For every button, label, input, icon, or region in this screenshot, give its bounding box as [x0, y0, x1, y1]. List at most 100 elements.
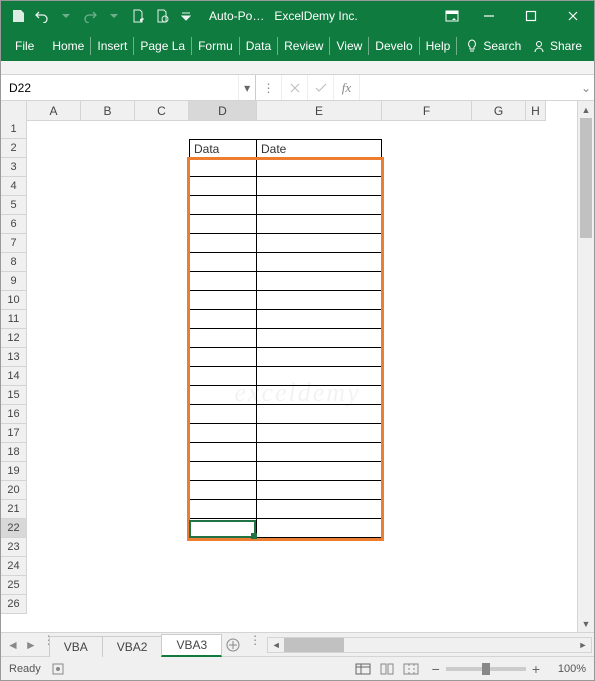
cell-C12[interactable] — [135, 329, 189, 348]
cell-B8[interactable] — [81, 253, 135, 272]
cell-H8[interactable] — [526, 253, 546, 272]
cell-A19[interactable] — [27, 462, 81, 481]
cell-G22[interactable] — [472, 519, 526, 538]
row-header-26[interactable]: 26 — [1, 595, 27, 614]
tab-help[interactable]: Help — [420, 31, 457, 61]
horizontal-scrollbar[interactable]: ◄ ► — [267, 637, 592, 653]
cell-H21[interactable] — [526, 500, 546, 519]
cell-C19[interactable] — [135, 462, 189, 481]
cell-B19[interactable] — [81, 462, 135, 481]
cell-F7[interactable] — [382, 234, 472, 253]
cell-F13[interactable] — [382, 348, 472, 367]
name-box-dropdown-icon[interactable]: ▾ — [238, 75, 255, 100]
cell-D22[interactable] — [189, 519, 257, 538]
hscroll-track[interactable] — [284, 638, 575, 652]
cell-H20[interactable] — [526, 481, 546, 500]
col-header-G[interactable]: G — [472, 101, 526, 121]
row-header-22[interactable]: 22 — [1, 519, 27, 538]
cell-E8[interactable] — [257, 253, 382, 272]
cell-F8[interactable] — [382, 253, 472, 272]
col-header-B[interactable]: B — [81, 101, 135, 121]
row-header-4[interactable]: 4 — [1, 177, 27, 196]
cell-A7[interactable] — [27, 234, 81, 253]
cell-F26[interactable] — [382, 595, 472, 614]
tab-formulas[interactable]: Formu — [192, 31, 239, 61]
cell-H14[interactable] — [526, 367, 546, 386]
cell-B2[interactable] — [81, 139, 135, 158]
cell-B22[interactable] — [81, 519, 135, 538]
row-header-1[interactable]: 1 — [1, 120, 27, 139]
cell-C9[interactable] — [135, 272, 189, 291]
cell-G18[interactable] — [472, 443, 526, 462]
view-page-layout-icon[interactable] — [376, 660, 398, 678]
cell-G5[interactable] — [472, 196, 526, 215]
cell-D10[interactable] — [189, 291, 257, 310]
cell-D20[interactable] — [189, 481, 257, 500]
cell-A23[interactable] — [27, 538, 81, 557]
cell-F17[interactable] — [382, 424, 472, 443]
cell-C3[interactable] — [135, 158, 189, 177]
cell-C14[interactable] — [135, 367, 189, 386]
cell-F24[interactable] — [382, 557, 472, 576]
cell-A2[interactable] — [27, 139, 81, 158]
cell-A12[interactable] — [27, 329, 81, 348]
cell-H23[interactable] — [526, 538, 546, 557]
cell-D12[interactable] — [189, 329, 257, 348]
cell-F23[interactable] — [382, 538, 472, 557]
hscroll-thumb[interactable] — [284, 638, 344, 652]
cell-C23[interactable] — [135, 538, 189, 557]
cell-H9[interactable] — [526, 272, 546, 291]
col-header-H[interactable]: H — [526, 101, 546, 121]
cell-B6[interactable] — [81, 215, 135, 234]
cell-C17[interactable] — [135, 424, 189, 443]
cell-G1[interactable] — [472, 120, 526, 139]
cell-B1[interactable] — [81, 120, 135, 139]
cell-H24[interactable] — [526, 557, 546, 576]
row-header-9[interactable]: 9 — [1, 272, 27, 291]
cell-C8[interactable] — [135, 253, 189, 272]
cell-A5[interactable] — [27, 196, 81, 215]
vertical-scrollbar[interactable]: ▲ ▼ — [577, 101, 594, 632]
cell-E7[interactable] — [257, 234, 382, 253]
col-header-A[interactable]: A — [27, 101, 81, 121]
tab-page-layout[interactable]: Page La — [134, 31, 191, 61]
cell-H17[interactable] — [526, 424, 546, 443]
cell-E3[interactable] — [257, 158, 382, 177]
col-header-C[interactable]: C — [135, 101, 189, 121]
cell-F9[interactable] — [382, 272, 472, 291]
cell-D16[interactable] — [189, 405, 257, 424]
zoom-level[interactable]: 100% — [546, 663, 586, 675]
cell-E11[interactable] — [257, 310, 382, 329]
cell-D6[interactable] — [189, 215, 257, 234]
col-header-D[interactable]: D — [189, 101, 257, 121]
zoom-slider-handle[interactable] — [482, 663, 490, 675]
cell-A9[interactable] — [27, 272, 81, 291]
cell-G10[interactable] — [472, 291, 526, 310]
cell-F19[interactable] — [382, 462, 472, 481]
cell-G12[interactable] — [472, 329, 526, 348]
cell-H11[interactable] — [526, 310, 546, 329]
tab-review[interactable]: Review — [278, 31, 329, 61]
cell-G17[interactable] — [472, 424, 526, 443]
view-page-break-icon[interactable] — [400, 660, 422, 678]
cell-B11[interactable] — [81, 310, 135, 329]
qat-customize-icon[interactable] — [175, 2, 197, 30]
cell-B25[interactable] — [81, 576, 135, 595]
cell-G16[interactable] — [472, 405, 526, 424]
fx-icon[interactable]: fx — [334, 75, 360, 100]
row-header-21[interactable]: 21 — [1, 500, 27, 519]
zoom-out-button[interactable]: − — [432, 661, 440, 677]
row-header-10[interactable]: 10 — [1, 291, 27, 310]
row-header-17[interactable]: 17 — [1, 424, 27, 443]
formula-bar-expand-icon[interactable]: ⌄ — [578, 75, 594, 100]
cell-F5[interactable] — [382, 196, 472, 215]
row-header-11[interactable]: 11 — [1, 310, 27, 329]
cell-B4[interactable] — [81, 177, 135, 196]
cell-D19[interactable] — [189, 462, 257, 481]
cell-F18[interactable] — [382, 443, 472, 462]
tab-view[interactable]: View — [330, 31, 368, 61]
row-header-12[interactable]: 12 — [1, 329, 27, 348]
cell-D1[interactable] — [189, 120, 257, 139]
cell-H13[interactable] — [526, 348, 546, 367]
print-preview-icon[interactable] — [151, 2, 173, 30]
